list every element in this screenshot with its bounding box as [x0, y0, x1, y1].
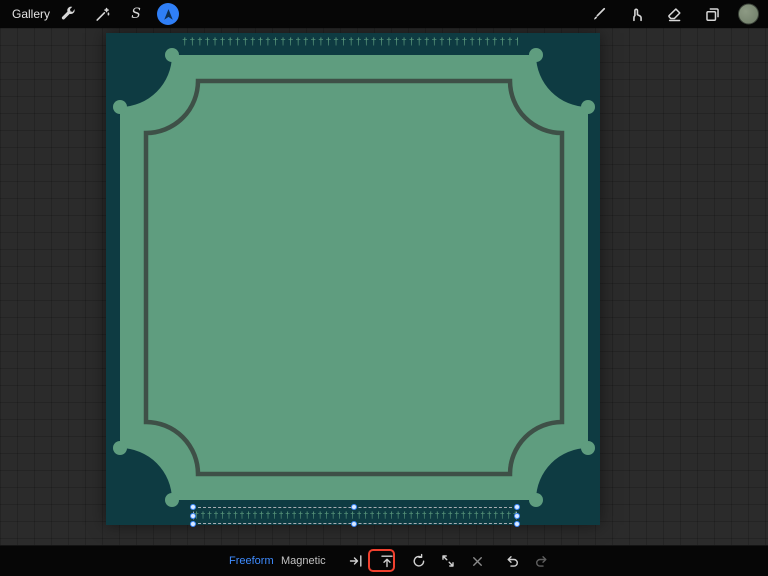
transform-handle-bottom-left[interactable]	[190, 521, 196, 527]
undo-icon	[504, 553, 520, 569]
wrench-icon	[60, 6, 77, 23]
transform-arrow-icon	[162, 8, 175, 21]
mode-magnetic[interactable]: Magnetic	[281, 555, 326, 567]
fit-screen-icon	[440, 553, 456, 569]
smudge-button[interactable]	[624, 2, 648, 26]
redo-icon	[534, 553, 550, 569]
close-icon	[470, 554, 485, 569]
layers-icon	[704, 6, 721, 23]
transform-toolbar: Freeform Magnetic	[0, 545, 768, 576]
rotate-icon	[411, 553, 427, 569]
redo-button[interactable]	[530, 549, 554, 573]
selection-tool-button[interactable]: S	[124, 2, 148, 26]
magic-wand-icon	[94, 6, 111, 23]
transform-tool-button[interactable]	[157, 3, 179, 25]
top-ornament-border: ††††††††††††††††††††††††††††††††††††††††…	[182, 37, 518, 48]
transform-handle-top-left[interactable]	[190, 504, 196, 510]
transform-handle-middle-left[interactable]	[190, 513, 196, 519]
mode-freeform[interactable]: Freeform	[229, 555, 274, 567]
transform-handle-top-right[interactable]	[514, 504, 520, 510]
layers-button[interactable]	[700, 2, 724, 26]
active-color-swatch	[738, 3, 759, 25]
color-button[interactable]	[738, 3, 759, 25]
canvas[interactable]: ††††††††††††††††††††††††††††††††††††††††…	[106, 33, 600, 527]
workspace-background: ††††††††††††††††††††††††††††††††††††††††…	[0, 28, 768, 546]
flip-vertical-icon	[379, 553, 395, 569]
eraser-button[interactable]	[662, 2, 686, 26]
transform-handle-bottom-middle[interactable]	[351, 521, 357, 527]
top-toolbar: Gallery S	[0, 0, 768, 28]
brush-icon	[590, 6, 607, 23]
adjustments-button[interactable]	[90, 2, 114, 26]
brush-button[interactable]	[586, 2, 610, 26]
cancel-transform-button[interactable]	[465, 549, 489, 573]
smudge-finger-icon	[628, 6, 645, 23]
flip-horizontal-icon	[348, 553, 364, 569]
gallery-button[interactable]: Gallery	[12, 7, 50, 21]
transform-selection[interactable]: ††††††††††††††††††††††††††††††††††††††††…	[190, 504, 520, 527]
flip-vertical-button[interactable]	[375, 549, 399, 573]
flip-horizontal-button[interactable]	[344, 549, 368, 573]
transform-handle-bottom-right[interactable]	[514, 521, 520, 527]
selection-icon: S	[131, 6, 141, 22]
actions-button[interactable]	[56, 2, 80, 26]
transform-handle-middle-right[interactable]	[514, 513, 520, 519]
eraser-icon	[666, 6, 683, 23]
artwork-frame	[106, 33, 600, 525]
rotate-45-button[interactable]	[407, 549, 431, 573]
undo-button[interactable]	[500, 549, 524, 573]
transform-handle-top-middle[interactable]	[351, 504, 357, 510]
fit-screen-button[interactable]	[436, 549, 460, 573]
transform-active-indicator	[157, 3, 179, 25]
